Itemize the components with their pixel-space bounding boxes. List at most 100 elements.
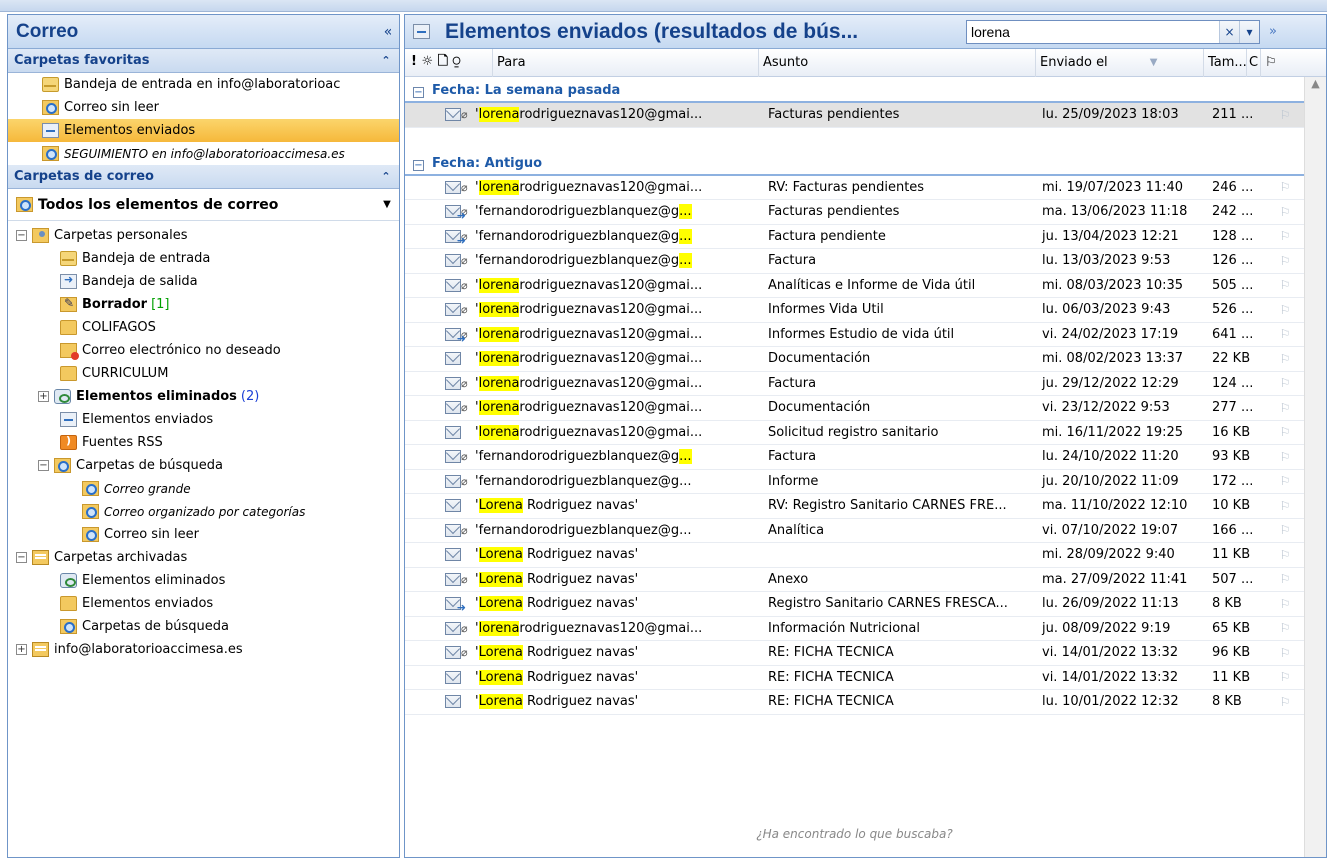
folder-tree-item[interactable]: − Carpetas personales bbox=[8, 224, 399, 247]
flag-icon[interactable]: ⚐ bbox=[1270, 327, 1300, 341]
folder-tree-item[interactable]: COLIFAGOS bbox=[8, 316, 399, 339]
favorite-item[interactable]: Elementos enviados bbox=[8, 119, 399, 142]
message-row[interactable]: ⌀ 'Lorena Rodriguez navas' RE: FICHA TÉCNI… bbox=[405, 641, 1304, 666]
flag-icon[interactable]: ⚐ bbox=[1270, 229, 1300, 243]
message-row[interactable]: 'Lorena Rodriguez navas' RE: FICHA TÉCNIC… bbox=[405, 690, 1304, 715]
flag-icon[interactable]: ⚐ bbox=[1270, 548, 1300, 562]
flag-icon[interactable]: ⚐ bbox=[1270, 376, 1300, 390]
message-row[interactable]: ⌀ 'lorenarodrigueznavas120@gmai... Factura… bbox=[405, 372, 1304, 396]
message-row[interactable]: 'Lorena Rodriguez navas' mi. 28/09/2022 9… bbox=[405, 543, 1304, 568]
flag-icon[interactable]: ⚐ bbox=[1270, 646, 1300, 660]
collapse-icon[interactable]: − bbox=[16, 230, 27, 241]
folder-tree-item[interactable]: Elementos enviados bbox=[8, 592, 399, 615]
flag-icon[interactable]: ⚐ bbox=[1270, 450, 1300, 464]
message-row[interactable]: ⌀ 'lorenarodrigueznavas120@gmai... Factura… bbox=[405, 103, 1304, 128]
message-row[interactable]: 'Lorena Rodriguez navas' RE: FICHA TÉCNIC… bbox=[405, 666, 1304, 690]
folder-tree-item[interactable]: Carpetas de búsqueda bbox=[8, 615, 399, 638]
search-input[interactable] bbox=[967, 21, 1219, 42]
flag-icon[interactable]: ⚐ bbox=[1270, 108, 1300, 122]
folder-tree-item[interactable]: − Carpetas de búsqueda bbox=[8, 454, 399, 477]
folder-tree-item[interactable]: + Elementos eliminados (2) bbox=[8, 385, 399, 408]
message-row[interactable]: ⌀'fernandorodriguezblanquez@g... Factura l… bbox=[405, 445, 1304, 470]
all-mail-items-selector[interactable]: Todos los elementos de correo ▼ bbox=[8, 189, 399, 221]
folder-tree-item[interactable]: Elementos enviados bbox=[8, 408, 399, 431]
message-row[interactable]: 'lorenarodrigueznavas120@gmai... Solicitu… bbox=[405, 421, 1304, 445]
column-to[interactable]: Para bbox=[493, 48, 759, 77]
message-row[interactable]: ⌀ 'lorenarodrigueznavas120@gmai... Analíti… bbox=[405, 274, 1304, 298]
mail-folders-header[interactable]: Carpetas de correo ⌃ bbox=[8, 165, 399, 189]
flag-icon[interactable]: ⚐ bbox=[1270, 278, 1300, 292]
folder-tree-item[interactable]: Bandeja de entrada bbox=[8, 247, 399, 270]
folder-tree-item[interactable]: Correo electrónico no deseado bbox=[8, 339, 399, 362]
column-sent[interactable]: Enviado el ▼ bbox=[1036, 48, 1204, 77]
flag-icon[interactable]: ⚐ bbox=[1270, 597, 1300, 611]
search-options-button[interactable]: ▾ bbox=[1239, 20, 1259, 43]
message-row[interactable]: 'lorenarodrigueznavas120@gmai... Document… bbox=[405, 347, 1304, 372]
message-row[interactable]: ⌀'fernandorodriguezblanquez@g... Factura l… bbox=[405, 249, 1304, 274]
folder-tree-item[interactable]: Correo grande bbox=[8, 477, 399, 500]
message-row[interactable]: ⌀ 'fernandorodriguezblanquez@g... Informe j… bbox=[405, 470, 1304, 494]
folder-tree-item[interactable]: CURRICULUM bbox=[8, 362, 399, 385]
flag-icon[interactable]: ⚐ bbox=[1270, 523, 1300, 537]
folder-tree-item[interactable]: Elementos eliminados bbox=[8, 569, 399, 592]
flag-icon[interactable]: ⚐ bbox=[1270, 254, 1300, 268]
message-row[interactable]: ➜ ⌀'fernandorodriguezblanquez@g... Factura… bbox=[405, 225, 1304, 249]
collapse-nav-button[interactable]: « bbox=[377, 24, 399, 40]
clear-search-button[interactable]: × bbox=[1219, 20, 1239, 43]
favorites-header[interactable]: Carpetas favoritas ⌃ bbox=[8, 49, 399, 73]
column-category[interactable]: C bbox=[1247, 48, 1261, 77]
message-row[interactable]: ⌀ 'lorenarodrigueznavas120@gmai... Informe… bbox=[405, 298, 1304, 323]
folder-tree-item[interactable]: Bandeja de salida bbox=[8, 270, 399, 293]
message-row[interactable]: ⌀ 'lorenarodrigueznavas120@gmai... RV: Fac… bbox=[405, 176, 1304, 200]
expand-icon[interactable]: + bbox=[16, 644, 27, 655]
collapse-icon[interactable]: − bbox=[413, 87, 424, 98]
flag-icon[interactable]: ⚐ bbox=[1270, 425, 1300, 439]
flag-icon[interactable]: ⚐ bbox=[1270, 401, 1300, 415]
message-row[interactable]: ⌀ 'fernandorodriguezblanquez@g... Analític… bbox=[405, 519, 1304, 543]
flag-icon[interactable]: ⚐ bbox=[1270, 572, 1300, 586]
folder-tree-item[interactable]: − Carpetas archivadas bbox=[8, 546, 399, 569]
column-flag[interactable]: ⚐ bbox=[1261, 49, 1287, 77]
instant-search-box[interactable]: × ▾ bbox=[966, 19, 1260, 44]
flag-icon[interactable]: ⚐ bbox=[1270, 621, 1300, 635]
folder-tree-item[interactable]: Borrador[1] bbox=[8, 293, 399, 316]
group-header[interactable]: − Fecha: La semana pasada bbox=[405, 77, 1304, 103]
collapse-icon[interactable]: − bbox=[413, 159, 424, 171]
chevron-up-icon[interactable]: ⌃ bbox=[373, 54, 399, 67]
message-row[interactable]: ➜ ⌀'lorenarodrigueznavas120@gmai... Inform… bbox=[405, 323, 1304, 347]
dropdown-arrow-icon[interactable]: ▼ bbox=[375, 199, 399, 210]
flag-icon[interactable]: ⚐ bbox=[1270, 352, 1300, 366]
expand-query-button[interactable]: » bbox=[1260, 24, 1286, 39]
column-size[interactable]: Tam... bbox=[1204, 48, 1247, 77]
favorite-item[interactable]: Correo sin leer bbox=[8, 96, 399, 119]
vertical-scrollbar[interactable]: ▲ bbox=[1304, 77, 1326, 857]
recipient-cell: 'lorenarodrigueznavas120@gmai... bbox=[475, 326, 765, 342]
message-row[interactable]: ➜ 'Lorena Rodriguez navas' Registro Sanita… bbox=[405, 592, 1304, 617]
flag-icon[interactable]: ⚐ bbox=[1270, 303, 1300, 317]
folder-tree-item[interactable]: Correo sin leer bbox=[8, 523, 399, 546]
favorite-item[interactable]: Bandeja de entrada en info@laboratorioac bbox=[8, 73, 399, 96]
column-icons-header[interactable]: ! ☼ 🗋 ⍜ bbox=[405, 48, 493, 77]
favorite-item[interactable]: SEGUIMIENTO en info@laboratorioaccimesa.… bbox=[8, 142, 399, 165]
message-row[interactable]: ⌀ 'lorenarodrigueznavas120@gmai... Informa… bbox=[405, 617, 1304, 641]
message-row[interactable]: 'Lorena Rodriguez navas' RV: Registro San… bbox=[405, 494, 1304, 519]
message-row[interactable]: ⌀ 'Lorena Rodriguez navas' Anexo ma. 27/09/… bbox=[405, 568, 1304, 592]
chevron-up-icon[interactable]: ⌃ bbox=[373, 170, 399, 183]
flag-icon[interactable]: ⚐ bbox=[1270, 474, 1300, 488]
expand-icon[interactable]: + bbox=[38, 391, 49, 402]
flag-icon[interactable]: ⚐ bbox=[1270, 695, 1300, 709]
folder-tree-item[interactable]: + info@laboratorioaccimesa.es bbox=[8, 638, 399, 661]
column-subject[interactable]: Asunto bbox=[759, 48, 1036, 77]
message-row[interactable]: ➜ ⌀'fernandorodriguezblanquez@g... Factura… bbox=[405, 200, 1304, 225]
collapse-icon[interactable]: − bbox=[16, 552, 27, 563]
collapse-icon[interactable]: − bbox=[38, 460, 49, 471]
scroll-up-arrow-icon[interactable]: ▲ bbox=[1305, 77, 1326, 95]
flag-icon[interactable]: ⚐ bbox=[1270, 180, 1300, 194]
message-row[interactable]: ⌀ 'lorenarodrigueznavas120@gmai... Documen… bbox=[405, 396, 1304, 421]
group-header[interactable]: − Fecha: Antiguo bbox=[405, 150, 1304, 176]
folder-tree-item[interactable]: Correo organizado por categorías bbox=[8, 500, 399, 523]
flag-icon[interactable]: ⚐ bbox=[1270, 205, 1300, 219]
flag-icon[interactable]: ⚐ bbox=[1270, 670, 1300, 684]
folder-tree-item[interactable]: Fuentes RSS bbox=[8, 431, 399, 454]
flag-icon[interactable]: ⚐ bbox=[1270, 499, 1300, 513]
